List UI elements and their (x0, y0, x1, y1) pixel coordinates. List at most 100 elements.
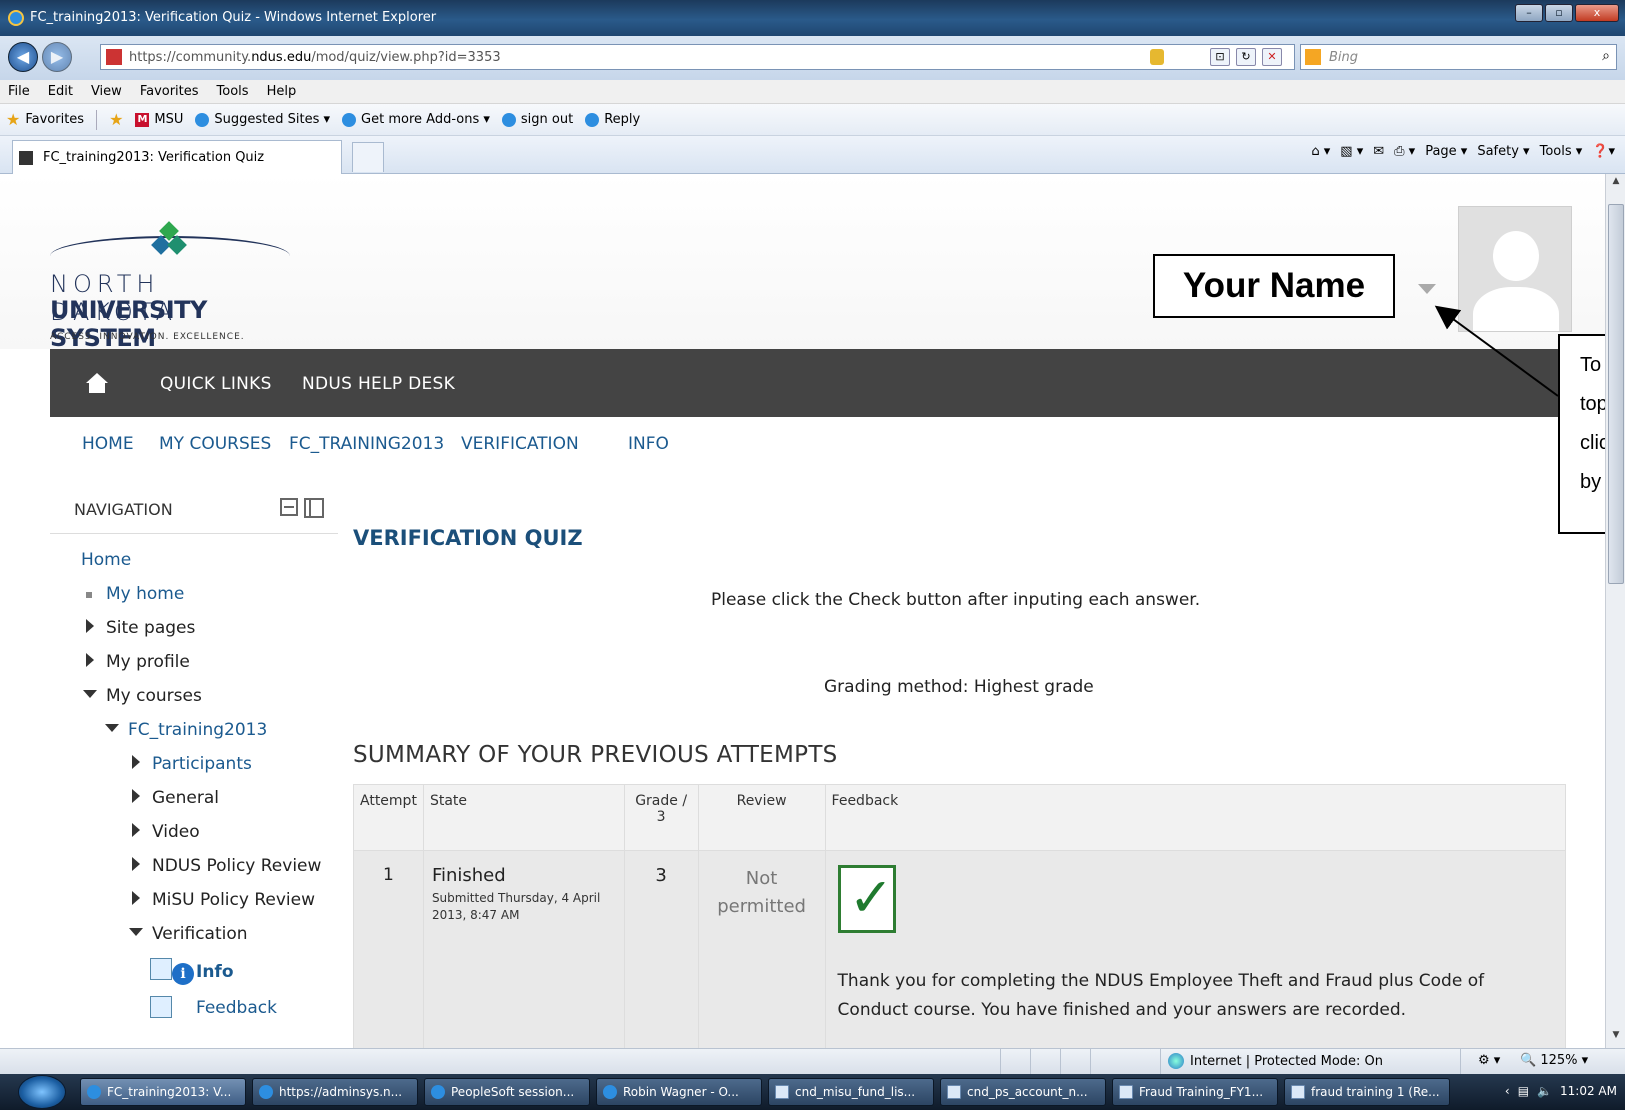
nav-participants[interactable]: Participants (152, 754, 252, 774)
security-zone[interactable]: Internet | Protected Mode: On (1168, 1053, 1383, 1069)
info-resource-icon: i (150, 958, 196, 985)
breadcrumb-verification[interactable]: VERIFICATION (461, 434, 579, 454)
dock-block-icon[interactable] (304, 498, 324, 518)
home-icon[interactable]: ⌂ ▾ (1311, 144, 1330, 159)
logo-tagline: ACCESS. INNOVATION. EXCELLENCE. (50, 332, 245, 342)
nav-video[interactable]: Video (152, 822, 200, 842)
volume-icon[interactable]: 🔈 (1537, 1084, 1552, 1098)
mail-icon[interactable]: ✉ (1373, 144, 1384, 159)
nav-quick-links[interactable]: QUICK LINKS (160, 374, 272, 394)
print-icon[interactable]: ⎙ ▾ (1394, 144, 1415, 159)
add-favorite-button[interactable]: ★ (109, 110, 123, 129)
taskbar-item[interactable]: cnd_misu_fund_lis... (768, 1078, 934, 1106)
lock-icon[interactable] (1150, 49, 1164, 65)
nav-info[interactable]: Info (196, 962, 234, 982)
help-icon[interactable]: ❓▾ (1592, 144, 1615, 159)
refresh-icon[interactable]: ↻ (1236, 48, 1256, 66)
nav-ndus-policy-review[interactable]: NDUS Policy Review (152, 856, 321, 876)
feeds-icon[interactable]: ▧ ▾ (1340, 144, 1363, 159)
breadcrumb-home[interactable]: HOME (82, 434, 134, 454)
taskbar-item[interactable]: Robin Wagner - O... (596, 1078, 762, 1106)
stop-icon[interactable]: ✕ (1262, 48, 1282, 66)
tray-chevron-icon[interactable]: ‹ (1505, 1084, 1510, 1098)
close-button[interactable]: x (1575, 4, 1619, 22)
collapse-block-icon[interactable] (280, 498, 298, 516)
favorites-button[interactable]: ★ Favorites (6, 110, 84, 129)
taskbar-item[interactable]: cnd_ps_account_n... (940, 1078, 1106, 1106)
nav-general[interactable]: General (152, 788, 219, 808)
breadcrumb-info[interactable]: INFO (628, 434, 669, 454)
nav-home[interactable]: Home (81, 550, 131, 570)
scrollbar-thumb[interactable] (1608, 204, 1624, 584)
expand-icon[interactable] (86, 653, 94, 667)
navigation-header: NAVIGATION (50, 474, 338, 534)
taskbar-item[interactable]: Fraud Training_FY1... (1112, 1078, 1278, 1106)
breadcrumb-my-courses[interactable]: MY COURSES (159, 434, 271, 454)
nav-site-pages[interactable]: Site pages (106, 618, 195, 638)
safety-menu[interactable]: Safety ▾ (1477, 144, 1529, 159)
ndus-logo[interactable]: NORTH DAKOTA UNIVERSITY SYSTEM ACCESS. I… (50, 221, 290, 352)
address-bar[interactable]: https://community.ndus.edu/mod/quiz/view… (100, 44, 1295, 70)
compatibility-icon[interactable]: ⊡ (1210, 48, 1230, 66)
search-icon[interactable]: ⌕ (1602, 48, 1610, 64)
nav-course[interactable]: FC_training2013 (128, 720, 267, 740)
feedback-text: Thank you for completing the NDUS Employ… (837, 971, 1485, 1020)
back-button[interactable]: ◀ (8, 42, 38, 72)
nav-verification[interactable]: Verification (152, 924, 248, 944)
cell-grade: 3 (623, 850, 699, 1048)
favorite-suggested-sites[interactable]: Suggested Sites ▾ (195, 112, 330, 127)
collapse-icon[interactable] (83, 690, 97, 698)
search-box[interactable]: Bing ⌕ (1300, 44, 1617, 70)
tab-verification-quiz[interactable]: FC_training2013: Verification Quiz (12, 140, 342, 174)
menu-edit[interactable]: Edit (48, 84, 73, 99)
scroll-down-icon[interactable]: ▼ (1608, 1030, 1624, 1046)
expand-icon[interactable] (132, 891, 140, 905)
scroll-up-icon[interactable]: ▲ (1608, 176, 1624, 192)
zoom-level[interactable]: 🔍 125% ▾ (1520, 1053, 1588, 1068)
home-icon[interactable] (86, 373, 108, 393)
favorite-sign-out[interactable]: sign out (501, 112, 573, 127)
menu-favorites[interactable]: Favorites (140, 84, 199, 99)
expand-icon[interactable] (132, 857, 140, 871)
taskbar-item[interactable]: https://adminsys.n... (252, 1078, 418, 1106)
nav-my-profile[interactable]: My profile (106, 652, 190, 672)
nav-my-home[interactable]: My home (106, 584, 184, 604)
avatar[interactable] (1458, 206, 1572, 332)
menu-tools[interactable]: Tools (217, 84, 249, 99)
nav-help-desk[interactable]: NDUS HELP DESK (302, 374, 455, 394)
expand-icon[interactable] (132, 823, 140, 837)
network-icon[interactable]: ▤ (1518, 1084, 1529, 1098)
taskbar-item[interactable]: fraud training 1 (Re... (1284, 1078, 1450, 1106)
page-menu[interactable]: Page ▾ (1425, 144, 1467, 159)
minimize-button[interactable]: – (1515, 4, 1543, 22)
forward-button[interactable]: ▶ (42, 42, 72, 72)
nav-my-courses[interactable]: My courses (106, 686, 202, 706)
start-button[interactable] (18, 1075, 66, 1109)
expand-icon[interactable] (132, 755, 140, 769)
taskbar-item[interactable]: PeopleSoft session... (424, 1078, 590, 1106)
tools-menu[interactable]: Tools ▾ (1540, 144, 1583, 159)
menu-view[interactable]: View (91, 84, 122, 99)
expand-icon[interactable] (86, 619, 94, 633)
collapse-icon[interactable] (129, 928, 143, 936)
menu-file[interactable]: File (8, 84, 30, 99)
favorite-reply[interactable]: Reply (585, 112, 640, 127)
user-name-callout: Your Name (1153, 254, 1395, 318)
protected-mode-icon[interactable]: ⚙ ▾ (1478, 1053, 1500, 1068)
favorite-msu[interactable]: M MSU (135, 112, 183, 127)
clock[interactable]: 11:02 AM (1560, 1084, 1617, 1098)
ie-page-icon (342, 112, 357, 127)
nav-feedback[interactable]: Feedback (196, 998, 277, 1018)
vertical-scrollbar[interactable]: ▲ ▼ (1605, 174, 1625, 1048)
collapse-icon[interactable] (105, 724, 119, 732)
maximize-button[interactable]: ▫ (1545, 4, 1573, 22)
user-menu-dropdown-icon[interactable] (1418, 284, 1436, 294)
menu-help[interactable]: Help (267, 84, 297, 99)
favorite-get-addons[interactable]: Get more Add-ons ▾ (342, 112, 490, 127)
breadcrumb-course[interactable]: FC_TRAINING2013 (289, 434, 444, 454)
expand-icon[interactable] (132, 789, 140, 803)
taskbar-item[interactable]: FC_training2013: V... (80, 1078, 246, 1106)
nav-misu-policy-review[interactable]: MiSU Policy Review (152, 890, 315, 910)
new-tab-button[interactable] (352, 142, 384, 172)
address-url[interactable]: https://community.ndus.edu/mod/quiz/view… (129, 50, 501, 65)
